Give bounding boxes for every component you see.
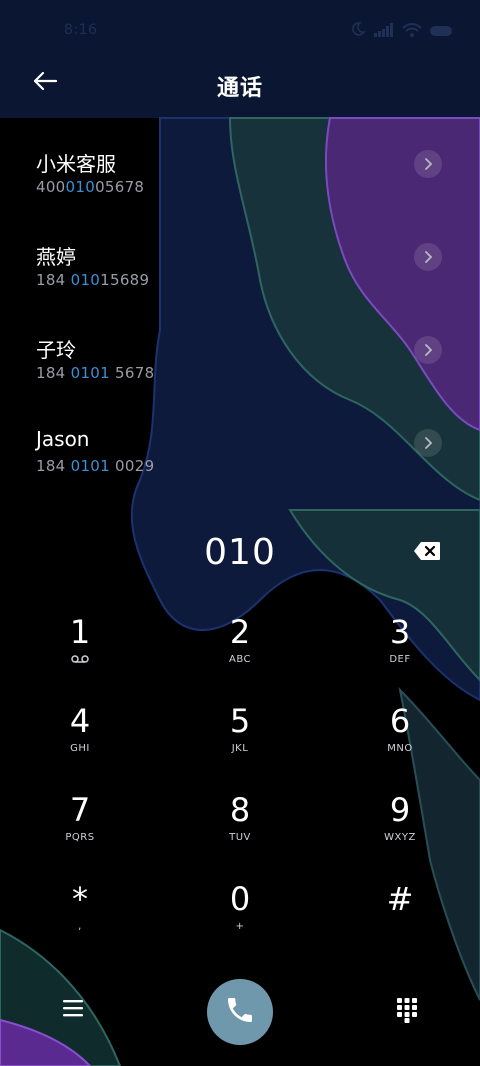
key-digit: 0 xyxy=(229,880,251,918)
number-suffix: 05678 xyxy=(95,178,145,196)
key-letters: DEF xyxy=(389,654,411,665)
number-suffix: 0029 xyxy=(109,457,155,475)
chevron-right-icon xyxy=(423,155,433,174)
key-letters: PQRS xyxy=(65,832,95,843)
key-digit: 2 xyxy=(229,613,251,651)
contact-detail-button[interactable] xyxy=(414,150,442,178)
contact-detail-button[interactable] xyxy=(414,336,442,364)
key-1[interactable]: 1 xyxy=(0,612,160,701)
contact-name: 燕婷 xyxy=(36,245,76,269)
number-suffix: 15689 xyxy=(100,271,150,289)
key-digit: * xyxy=(72,880,88,918)
key-7[interactable]: 7 PQRS xyxy=(0,790,160,879)
dial-keypad: 1 2 ABC 3 DEF 4 GHI 5 JKL 6 MNO 7 PQRS 8… xyxy=(0,612,480,968)
status-time: 8:16 xyxy=(64,22,98,38)
key-2[interactable]: 2 ABC xyxy=(160,612,320,701)
number-match: 010 xyxy=(70,271,101,289)
status-bar: 8:16 xyxy=(0,0,480,60)
contact-name: 子玲 xyxy=(36,338,76,362)
contact-number: 184 0101 5678 xyxy=(36,364,154,382)
moon-icon xyxy=(350,21,366,41)
key-digit: 7 xyxy=(69,791,91,829)
number-match: 010 xyxy=(65,178,96,196)
voicemail-icon xyxy=(0,654,160,668)
key-digit: 5 xyxy=(229,702,251,740)
key-5[interactable]: 5 JKL xyxy=(160,701,320,790)
contact-result-item[interactable]: 燕婷 184 01015689 xyxy=(0,211,480,304)
contact-result-item[interactable]: Jason 184 0101 0029 xyxy=(0,397,480,490)
number-prefix: 184 xyxy=(36,457,71,475)
number-match: 0101 xyxy=(70,364,110,382)
number-suffix: 5678 xyxy=(109,364,155,382)
key-digit: 9 xyxy=(389,791,411,829)
key-8[interactable]: 8 TUV xyxy=(160,790,320,879)
number-match: 0101 xyxy=(70,457,110,475)
key-letters: ABC xyxy=(228,654,251,665)
key-9[interactable]: 9 WXYZ xyxy=(320,790,480,879)
key-digit: 1 xyxy=(69,613,91,651)
battery-icon xyxy=(430,22,454,41)
key-letters: WXYZ xyxy=(384,832,416,843)
contact-number: 40001005678 xyxy=(36,178,144,196)
chevron-right-icon xyxy=(423,248,433,267)
status-icons xyxy=(350,22,454,40)
dialpad-icon xyxy=(396,997,418,1027)
menu-button[interactable] xyxy=(55,995,91,1025)
key-digit: 8 xyxy=(229,791,251,829)
key-letters: , xyxy=(78,921,82,932)
key-3[interactable]: 3 DEF xyxy=(320,612,480,701)
dial-input-row: 010 xyxy=(0,520,480,590)
contact-name: 小米客服 xyxy=(36,152,116,176)
page-title: 通话 xyxy=(216,76,263,101)
contact-name: Jason xyxy=(36,427,90,451)
number-prefix: 184 xyxy=(36,364,71,382)
backspace-icon xyxy=(413,541,441,565)
key-digit: 4 xyxy=(69,702,91,740)
phone-icon xyxy=(224,994,256,1030)
dialed-number-display[interactable]: 010 xyxy=(0,532,480,573)
backspace-button[interactable] xyxy=(410,540,444,566)
contact-detail-button[interactable] xyxy=(414,243,442,271)
key-letters: JKL xyxy=(231,743,249,754)
contact-results-list: 小米客服 40001005678 燕婷 184 01015689 子玲 184 … xyxy=(0,118,480,510)
contact-number: 184 0101 0029 xyxy=(36,457,154,475)
key-star[interactable]: * , xyxy=(0,879,160,968)
key-letters xyxy=(320,921,480,935)
contact-result-item[interactable]: 小米客服 40001005678 xyxy=(0,118,480,211)
dialer-bottom-bar xyxy=(0,975,480,1055)
key-6[interactable]: 6 MNO xyxy=(320,701,480,790)
app-header: 通话 xyxy=(0,60,480,118)
wifi-icon xyxy=(402,22,422,41)
key-4[interactable]: 4 GHI xyxy=(0,701,160,790)
key-digit: # xyxy=(386,880,414,918)
key-0[interactable]: 0 + xyxy=(160,879,320,968)
key-letters: GHI xyxy=(70,743,90,754)
key-hash[interactable]: # xyxy=(320,879,480,968)
key-letters: TUV xyxy=(229,832,251,843)
menu-icon xyxy=(62,999,84,1021)
key-digit: 6 xyxy=(389,702,411,740)
chevron-right-icon xyxy=(423,341,433,360)
number-prefix: 400 xyxy=(36,178,66,196)
contact-result-item[interactable]: 子玲 184 0101 5678 xyxy=(0,304,480,397)
key-letters: MNO xyxy=(387,743,413,754)
key-digit: 3 xyxy=(389,613,411,651)
contact-detail-button[interactable] xyxy=(414,429,442,457)
number-prefix: 184 xyxy=(36,271,71,289)
dialpad-toggle-button[interactable] xyxy=(390,995,424,1029)
signal-icon xyxy=(374,22,394,41)
call-button[interactable] xyxy=(207,979,273,1045)
key-letters: + xyxy=(235,921,245,932)
contact-number: 184 01015689 xyxy=(36,271,149,289)
chevron-right-icon xyxy=(423,434,433,453)
